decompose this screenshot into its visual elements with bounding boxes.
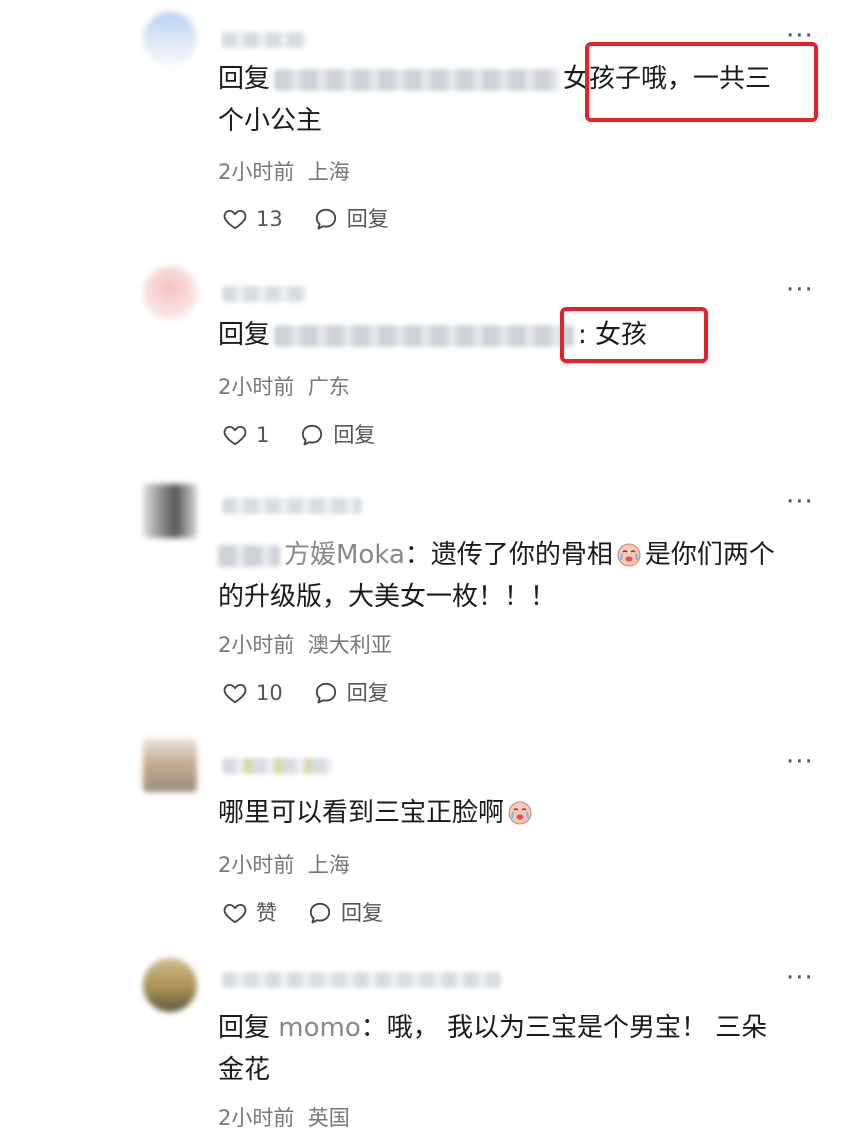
reply-prefix: 回复 [218, 320, 271, 350]
blurred-reply-target [274, 68, 560, 91]
comment-time: 2小时前 [218, 1106, 295, 1130]
avatar[interactable] [143, 266, 197, 320]
comment-text-line1: ：哦， 我以为三宝是个男宝！ 三朵 [360, 1013, 768, 1043]
comment-text-line1: ：遗传了你的骨相 [404, 540, 613, 570]
more-dots-icon[interactable]: ··· [786, 489, 814, 515]
username-blurred[interactable] [222, 498, 362, 514]
avatar[interactable] [143, 738, 197, 792]
more-dots-icon[interactable]: ··· [786, 749, 814, 775]
comment-time: 2小时前 [218, 160, 295, 184]
comment-actions: 10 回复 [222, 679, 389, 707]
reply-prefix: 回复 [218, 64, 271, 94]
comment-text-line2: 金花 [218, 1055, 271, 1085]
avatar[interactable] [143, 12, 197, 66]
comment-location: 上海 [307, 160, 350, 184]
reply-button[interactable]: 回复 [313, 205, 389, 233]
comment-time: 2小时前 [218, 853, 295, 877]
crying-face-emoji-icon [617, 543, 641, 567]
more-dots-icon[interactable]: ··· [786, 277, 814, 303]
like-count: 1 [256, 423, 270, 447]
heart-outline-icon [222, 900, 248, 926]
reply-button[interactable]: 回复 [313, 679, 389, 707]
heart-outline-icon [222, 680, 248, 706]
like-count: 10 [256, 681, 283, 705]
reply-label: 回复 [346, 207, 389, 231]
like-button[interactable]: 赞 [222, 899, 277, 927]
highlight-box [585, 42, 818, 122]
like-count: 13 [256, 207, 283, 231]
comment-location: 澳大利亚 [307, 633, 392, 657]
speech-bubble-icon [313, 680, 339, 706]
reply-to-name[interactable]: 方媛Moka [284, 540, 405, 570]
comment-meta: 2小时前 澳大利亚 [218, 632, 392, 658]
speech-bubble-icon [299, 422, 325, 448]
highlight-box [560, 307, 708, 363]
comment-location: 上海 [307, 853, 350, 877]
blurred-reply-prefix [218, 544, 280, 567]
comment-text: 回复: 女孩 [218, 314, 818, 356]
comment-actions: 1 回复 [222, 421, 375, 449]
avatar[interactable] [143, 484, 197, 538]
comment-meta: 2小时前 英国 [218, 1105, 350, 1131]
comment-actions: 13 回复 [222, 205, 389, 233]
reply-to-name[interactable]: momo [278, 1013, 360, 1043]
heart-outline-icon [222, 206, 248, 232]
reply-button[interactable]: 回复 [299, 421, 375, 449]
comment-text: 回复 momo：哦， 我以为三宝是个男宝！ 三朵 金花 [218, 1007, 818, 1091]
username-blurred[interactable] [222, 32, 307, 48]
like-button[interactable]: 1 [222, 421, 269, 449]
comment-time: 2小时前 [218, 633, 295, 657]
reply-label: 回复 [341, 901, 383, 925]
reply-label: 回复 [333, 423, 376, 447]
reply-button[interactable]: 回复 [307, 899, 383, 927]
like-label: 赞 [256, 901, 277, 925]
username-blurred[interactable] [222, 758, 332, 774]
comment-location: 广东 [307, 375, 350, 399]
comment-text-line2: 个小公主 [218, 106, 323, 136]
comment-text-line2: 的升级版，大美女一枚！！！ [218, 582, 557, 612]
speech-bubble-icon [313, 206, 339, 232]
heart-outline-icon [222, 422, 248, 448]
more-dots-icon[interactable]: ··· [786, 965, 814, 991]
comment-time: 2小时前 [218, 375, 295, 399]
comment-text-line1: 哪里可以看到三宝正脸啊 [218, 798, 505, 828]
blurred-reply-target [274, 324, 575, 347]
like-button[interactable]: 10 [222, 679, 283, 707]
username-blurred[interactable] [222, 972, 502, 988]
username-blurred[interactable] [222, 286, 307, 302]
reply-prefix: 回复 [218, 1013, 271, 1043]
comment-text: 方媛Moka：遗传了你的骨相 是你们两个 的升级版，大美女一枚！！！ [218, 534, 818, 618]
comment-meta: 2小时前 上海 [218, 159, 350, 185]
crying-face-emoji-icon [508, 801, 532, 825]
reply-label: 回复 [346, 681, 389, 705]
avatar[interactable] [143, 958, 197, 1012]
comment-actions: 赞 回复 [222, 899, 383, 927]
comment-text: 哪里可以看到三宝正脸啊 [218, 792, 818, 834]
speech-bubble-icon [307, 900, 333, 926]
like-button[interactable]: 13 [222, 205, 283, 233]
comment-location: 英国 [307, 1106, 350, 1130]
comment-text-line1b: 是你们两个 [644, 540, 775, 570]
comment-meta: 2小时前 上海 [218, 852, 350, 878]
comment-meta: 2小时前 广东 [218, 374, 350, 400]
